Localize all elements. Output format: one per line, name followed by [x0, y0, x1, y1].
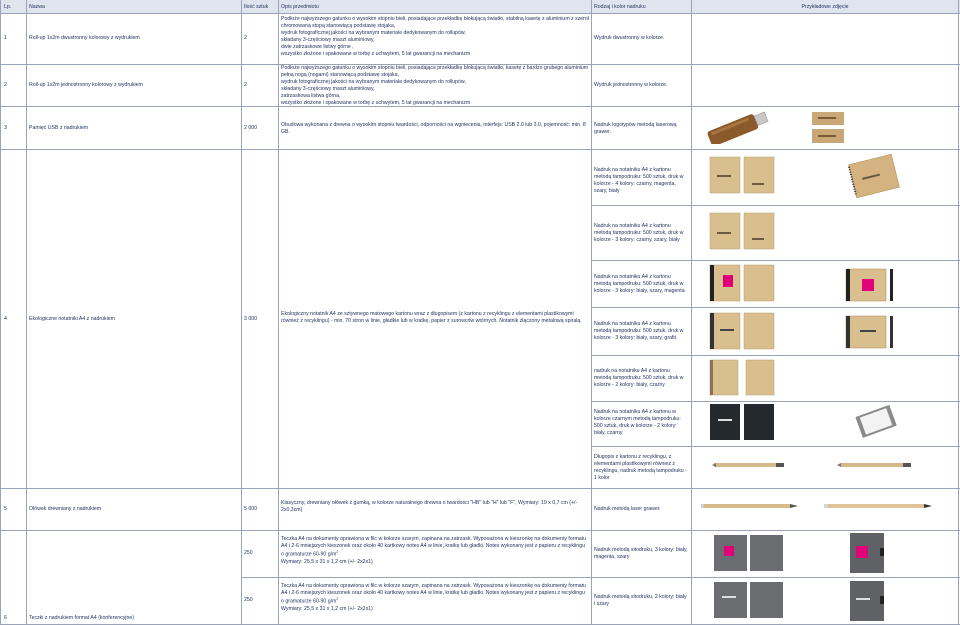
row5-opis: Klasyczny, drewniany ołówek z gumką, w k… — [281, 500, 578, 514]
row6b-opis-text: Teczka A4 na dokumenty oprawiona w filc … — [281, 583, 587, 605]
row4-variant-1: Nadruk na notatniku A4 z kartonu metodą … — [594, 167, 684, 195]
notebook-image — [709, 359, 775, 396]
row2-ilosc: 2 — [244, 82, 247, 88]
felt-folder-image — [850, 533, 884, 573]
row2-opis-line: składany 3-częściowy maszt aluminiowy, — [281, 86, 375, 93]
row4-variant-6: Nadruk na notatniku A4 z kartonu w kolor… — [594, 409, 681, 437]
row6a-opis-dim: Wymiary: 25,5 x 31 x 1,2 cm (+/- 2x2x1) — [281, 558, 373, 565]
open-notebook-image — [855, 404, 897, 438]
row3-lp: 3 — [4, 125, 7, 131]
row1-rodzaj: Wydruk dwustronny w kolorze. — [594, 35, 665, 41]
row6a-ilosc: 250 — [244, 550, 253, 556]
row4-nazwa: Ekologiczne notatniki A4 z nadrukiem — [29, 316, 115, 322]
row6a-rodzaj: Nadruk metodą sitodruku, 3 kolory: biały… — [594, 547, 688, 561]
row4-lp: 4 — [4, 316, 7, 322]
row5-ilosc: 5 000 — [244, 506, 257, 512]
row1-ilosc: 2 — [244, 35, 247, 41]
cardboard-pen-image — [712, 463, 784, 467]
row4-variant-2: Nadruk na notatniku A4 z kartonu metodą … — [594, 223, 684, 244]
row6b-ilosc: 250 — [244, 597, 253, 603]
row6b-opis-sup: 2 — [336, 597, 339, 602]
notebook-image — [709, 312, 775, 350]
row6b-rodzaj: Nadruk metodą sitodruku, 2 kolory: biały… — [594, 594, 687, 608]
row2-nazwa: Roll-up 1x2m jednostronny kolorowy z wyd… — [29, 82, 143, 88]
row6a-opis-text: Teczka A4 na dokumenty oprawiona w filc … — [281, 536, 587, 558]
row4-variant-3: Nadruk na notatniku A4 z kartonu metodą … — [594, 274, 685, 295]
row1-opis-line: wszystko złożone i spakowane w torbę z u… — [281, 51, 471, 58]
felt-folder-image — [850, 581, 884, 621]
header-lp: Lp. — [4, 4, 12, 10]
row4-variant-4: Nadruk na notatniku A4 z kartonu metodą … — [594, 321, 684, 342]
black-notebook-image — [710, 404, 774, 440]
header-opis: Opis przedmiotu — [281, 4, 319, 10]
felt-folder-image — [714, 535, 783, 571]
header-nazwa: Nazwa — [29, 4, 45, 10]
row3-nazwa: Pamięć USB z nadrukiem — [29, 125, 89, 131]
usb-box-image — [812, 112, 844, 143]
notebook-with-pen-image — [845, 315, 893, 349]
row6b-opis-dim: Wymiary: 25,5 x 31 x 1,2 cm (+/- 2x2x1) — [281, 605, 373, 612]
row6a-opis-sup: 2 — [336, 550, 339, 555]
row2-opis-line: zatrzaskowa listwa górna, — [281, 93, 341, 100]
row5-lp: 5 — [4, 506, 7, 512]
row2-rodzaj: Wydruk jednostronny w kolorze. — [594, 82, 668, 88]
row1-opis-line: dwie zatrzaskowe listwy górne , — [281, 44, 354, 51]
row6-lp: 6 — [4, 615, 7, 621]
row4-ilosc: 3 000 — [244, 316, 257, 322]
cardboard-pen-image — [837, 463, 911, 467]
usb-stick-image — [707, 111, 769, 144]
product-specification-table: Lp. Nazwa Ilość sztuk Opis przedmiotu Ro… — [0, 0, 960, 625]
row4-opis: Ekologiczny notatnik A4 ze sztywnego mat… — [281, 311, 582, 325]
row2-opis-line: pełną nogą (nogami) stanowiącą podstawę … — [281, 72, 399, 79]
row5-rodzaj: Nadruk metodą laser grawer. — [594, 506, 661, 512]
pencil-image — [701, 504, 798, 508]
row1-opis-line: Podłoże najwyższego gatunku o wysokim st… — [281, 16, 589, 22]
row4-variant-5: nadruk na notatniku A4 z kartonu metodą … — [594, 368, 684, 389]
row4-variant-7: Długopis z kartonu z recyklingu, z eleme… — [594, 454, 687, 482]
row5-nazwa: Ołówek drewniany z nadrukiem — [29, 506, 102, 512]
header-zdjecie: Przykładowe zdjęcie — [801, 4, 849, 10]
row6-nazwa: Teczki z nadrukiem format A4 (konferency… — [29, 615, 134, 621]
row3-opis: Obudowa wykonana z drewna o wysokim stop… — [281, 122, 586, 136]
row1-opis-line: składany 3-częściowy maszt aluminiowy, — [281, 37, 375, 44]
spiral-notebook-image — [848, 153, 900, 199]
row1-lp: 1 — [4, 35, 7, 41]
row2-opis-line: Podłoże najwyższego gatunku o wysokim st… — [281, 65, 589, 71]
row1-opis: Podłoże najwyższego gatunku o wysokim st… — [279, 15, 589, 59]
row1-nazwa: Roll-up 1x2m dwustronny kolorowy z wydru… — [29, 35, 140, 41]
row2-opis-line: wszystko złożone i spakowane w torbę z u… — [281, 100, 471, 107]
row2-lp: 2 — [4, 82, 7, 88]
row1-opis-line: chromowaną stopą stanowiącą podstawę sto… — [281, 23, 396, 30]
row2-opis: Podłoże najwyższego gatunku o wysokim st… — [279, 64, 589, 108]
notebook-with-pen-image — [845, 268, 893, 302]
header-rodzaj: Rodzaj i kolor nadruku — [594, 4, 646, 10]
row6b-opis: Teczka A4 na dokumenty oprawiona w filc … — [279, 582, 589, 614]
notebook-image — [709, 212, 775, 250]
felt-folder-image — [714, 582, 783, 618]
row1-opis-line: wydruk fotograficznej jakości na wybrany… — [281, 30, 466, 37]
header-ilosc: Ilość sztuk — [244, 4, 269, 10]
row3-ilosc: 2 000 — [244, 125, 257, 131]
row3-rodzaj: Nadruk logotypów metodą laserową grawer. — [594, 122, 677, 136]
row2-opis-line: wydruk fotograficznej jakości na wybrany… — [281, 79, 466, 86]
pencil-image — [824, 504, 932, 508]
notebook-image — [709, 156, 775, 194]
row6a-opis: Teczka A4 na dokumenty oprawiona w filc … — [279, 535, 589, 567]
notebook-image — [709, 264, 775, 302]
